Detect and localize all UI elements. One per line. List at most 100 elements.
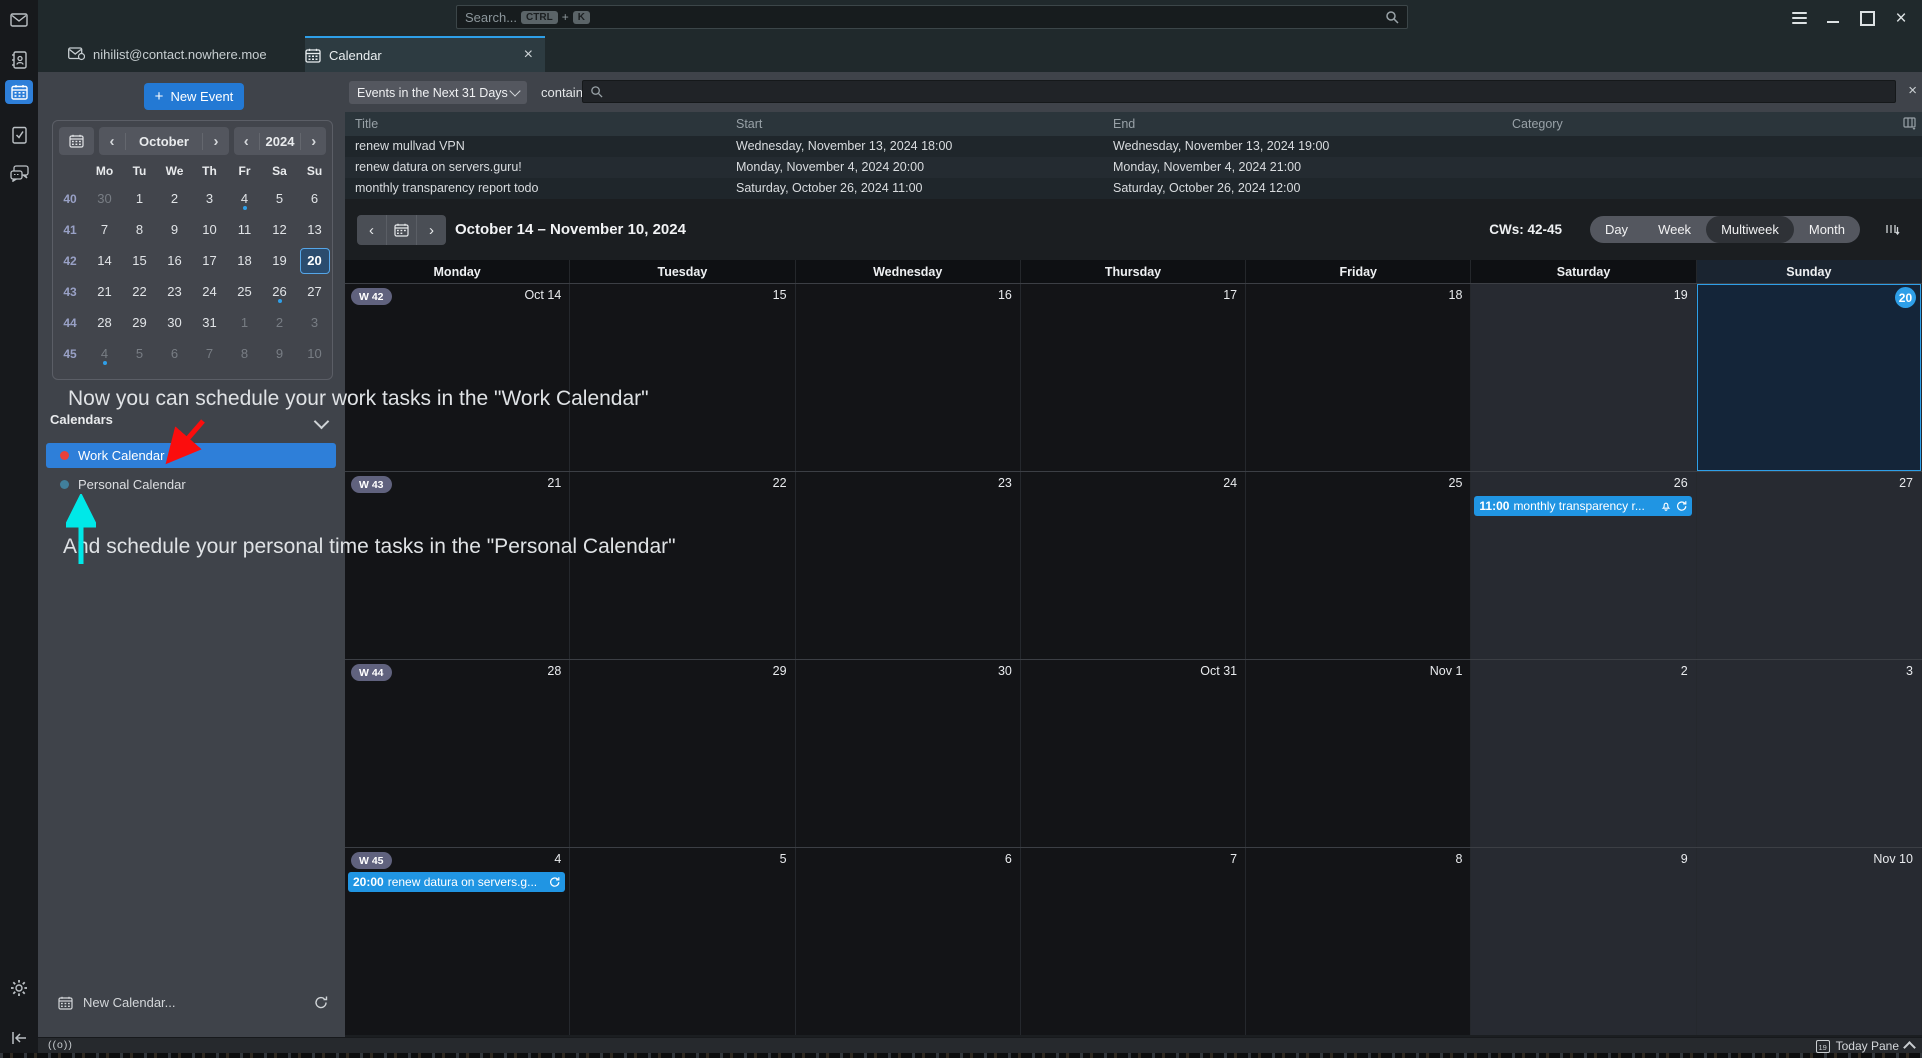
column-category[interactable]: Category bbox=[1512, 112, 1563, 136]
day-cell[interactable]: 15 bbox=[570, 284, 795, 471]
mini-calendar-day[interactable]: 8 bbox=[122, 219, 157, 241]
day-cell[interactable]: W 4428 bbox=[345, 660, 570, 847]
new-event-button[interactable]: + New Event bbox=[144, 83, 244, 110]
mini-calendar-day[interactable]: 2 bbox=[262, 312, 297, 334]
mini-calendar-day[interactable]: 1 bbox=[227, 312, 262, 334]
global-search-input[interactable]: Search... CTRL + K bbox=[456, 5, 1408, 29]
column-end[interactable]: End bbox=[1113, 112, 1135, 136]
mini-calendar-day[interactable]: 26 bbox=[262, 281, 297, 303]
day-cell[interactable]: 23 bbox=[796, 472, 1021, 659]
mini-calendar-day[interactable]: 5 bbox=[262, 188, 297, 210]
day-cell[interactable]: W 45420:00renew datura on servers.g... bbox=[345, 848, 570, 1035]
chevron-right-icon[interactable]: › bbox=[202, 133, 229, 150]
mini-calendar-day[interactable]: 10 bbox=[192, 219, 227, 241]
calendar-event[interactable]: 11:00monthly transparency r... bbox=[1474, 496, 1691, 516]
space-settings-button[interactable] bbox=[5, 976, 33, 1000]
view-tab-day[interactable]: Day bbox=[1590, 216, 1643, 243]
space-tasks-button[interactable] bbox=[5, 123, 33, 147]
event-filter-input[interactable] bbox=[582, 80, 1896, 103]
previous-period-button[interactable]: ‹ bbox=[357, 215, 387, 245]
mini-calendar-day[interactable]: 4 bbox=[87, 343, 122, 365]
mini-calendar-day[interactable]: 4 bbox=[227, 188, 262, 210]
day-cell[interactable]: 9 bbox=[1471, 848, 1696, 1035]
column-start[interactable]: Start bbox=[736, 112, 762, 136]
mini-calendar-day[interactable]: 3 bbox=[297, 312, 332, 334]
rotate-view-icon[interactable] bbox=[1884, 221, 1900, 237]
maximize-button[interactable] bbox=[1852, 0, 1882, 36]
tab-close-icon[interactable]: × bbox=[524, 46, 533, 64]
mini-year-label[interactable]: 2024 bbox=[260, 134, 301, 149]
chevron-down-icon[interactable] bbox=[314, 414, 330, 430]
space-mail-button[interactable] bbox=[5, 8, 33, 32]
close-filter-icon[interactable]: × bbox=[1908, 82, 1917, 99]
app-menu-button[interactable] bbox=[1784, 0, 1814, 36]
chevron-left-icon[interactable]: ‹ bbox=[99, 133, 126, 150]
mini-calendar-day[interactable]: 28 bbox=[87, 312, 122, 334]
chevron-right-icon[interactable]: › bbox=[300, 133, 326, 150]
refresh-calendars-button[interactable] bbox=[313, 995, 329, 1010]
day-cell[interactable]: 6 bbox=[796, 848, 1021, 1035]
day-cell[interactable]: W 42Oct 14 bbox=[345, 284, 570, 471]
mini-calendar-day[interactable]: 22 bbox=[122, 281, 157, 303]
mini-calendar-day[interactable]: 9 bbox=[157, 219, 192, 241]
day-cell[interactable]: 20 bbox=[1697, 284, 1922, 471]
mini-calendar-day[interactable]: 20 bbox=[297, 248, 332, 274]
view-tab-week[interactable]: Week bbox=[1643, 216, 1706, 243]
mini-calendar-day[interactable]: 29 bbox=[122, 312, 157, 334]
go-to-today-button[interactable] bbox=[387, 215, 417, 245]
view-tab-multiweek[interactable]: Multiweek bbox=[1706, 216, 1794, 243]
event-list-row[interactable]: renew datura on servers.guru!Monday, Nov… bbox=[345, 157, 1922, 178]
event-list-row[interactable]: monthly transparency report todoSaturday… bbox=[345, 178, 1922, 199]
space-calendar-button[interactable] bbox=[5, 80, 33, 104]
minimize-button[interactable] bbox=[1818, 0, 1848, 36]
event-range-select[interactable]: Events in the Next 31 Days bbox=[349, 81, 527, 104]
mini-calendar-day[interactable]: 10 bbox=[297, 343, 332, 365]
mini-calendar-day[interactable]: 25 bbox=[227, 281, 262, 303]
mini-calendar-day[interactable]: 31 bbox=[192, 312, 227, 334]
view-tab-month[interactable]: Month bbox=[1794, 216, 1860, 243]
mini-calendar-day[interactable]: 3 bbox=[192, 188, 227, 210]
event-list-row[interactable]: renew mullvad VPNWednesday, November 13,… bbox=[345, 136, 1922, 157]
mini-calendar-day[interactable]: 9 bbox=[262, 343, 297, 365]
mini-calendar-day[interactable]: 6 bbox=[297, 188, 332, 210]
mini-calendar-day[interactable]: 18 bbox=[227, 250, 262, 272]
tab-calendar[interactable]: Calendar × bbox=[305, 36, 545, 72]
mini-calendar-day[interactable]: 5 bbox=[122, 343, 157, 365]
mini-calendar-day[interactable]: 7 bbox=[192, 343, 227, 365]
mini-calendar-today-button[interactable] bbox=[59, 127, 94, 155]
mini-calendar-day[interactable]: 16 bbox=[157, 250, 192, 272]
day-cell[interactable]: 16 bbox=[796, 284, 1021, 471]
column-picker-icon[interactable] bbox=[1903, 117, 1916, 130]
collapse-spaces-button[interactable] bbox=[5, 1026, 33, 1050]
mini-calendar-day[interactable]: 23 bbox=[157, 281, 192, 303]
mini-calendar-day[interactable]: 17 bbox=[192, 250, 227, 272]
day-cell[interactable]: 2611:00monthly transparency r... bbox=[1471, 472, 1696, 659]
day-cell[interactable]: 24 bbox=[1021, 472, 1246, 659]
mini-calendar-day[interactable]: 11 bbox=[227, 219, 262, 241]
day-cell[interactable]: 7 bbox=[1021, 848, 1246, 1035]
day-cell[interactable]: 17 bbox=[1021, 284, 1246, 471]
new-calendar-button[interactable]: New Calendar... bbox=[58, 995, 176, 1010]
mini-calendar-day[interactable]: 15 bbox=[122, 250, 157, 272]
mini-calendar-day[interactable]: 7 bbox=[87, 219, 122, 241]
mini-calendar-day[interactable]: 14 bbox=[87, 250, 122, 272]
today-pane-toggle[interactable]: 19 Today Pane bbox=[1816, 1038, 1914, 1054]
chevron-left-icon[interactable]: ‹ bbox=[234, 133, 260, 150]
mini-calendar-day[interactable]: 12 bbox=[262, 219, 297, 241]
mini-calendar-day[interactable]: 19 bbox=[262, 250, 297, 272]
mini-calendar-day[interactable]: 13 bbox=[297, 219, 332, 241]
day-cell[interactable]: 19 bbox=[1471, 284, 1696, 471]
next-period-button[interactable]: › bbox=[417, 215, 446, 245]
day-cell[interactable]: 2 bbox=[1471, 660, 1696, 847]
day-cell[interactable]: 30 bbox=[796, 660, 1021, 847]
space-chat-button[interactable] bbox=[5, 161, 33, 185]
mini-calendar-day[interactable]: 30 bbox=[157, 312, 192, 334]
day-cell[interactable]: Nov 1 bbox=[1246, 660, 1471, 847]
day-cell[interactable]: Oct 31 bbox=[1021, 660, 1246, 847]
mini-month-label[interactable]: October bbox=[126, 134, 202, 149]
day-cell[interactable]: Nov 10 bbox=[1697, 848, 1922, 1035]
mini-calendar-day[interactable]: 24 bbox=[192, 281, 227, 303]
mini-calendar-day[interactable]: 2 bbox=[157, 188, 192, 210]
calendar-event[interactable]: 20:00renew datura on servers.g... bbox=[348, 872, 565, 892]
day-cell[interactable]: 22 bbox=[570, 472, 795, 659]
